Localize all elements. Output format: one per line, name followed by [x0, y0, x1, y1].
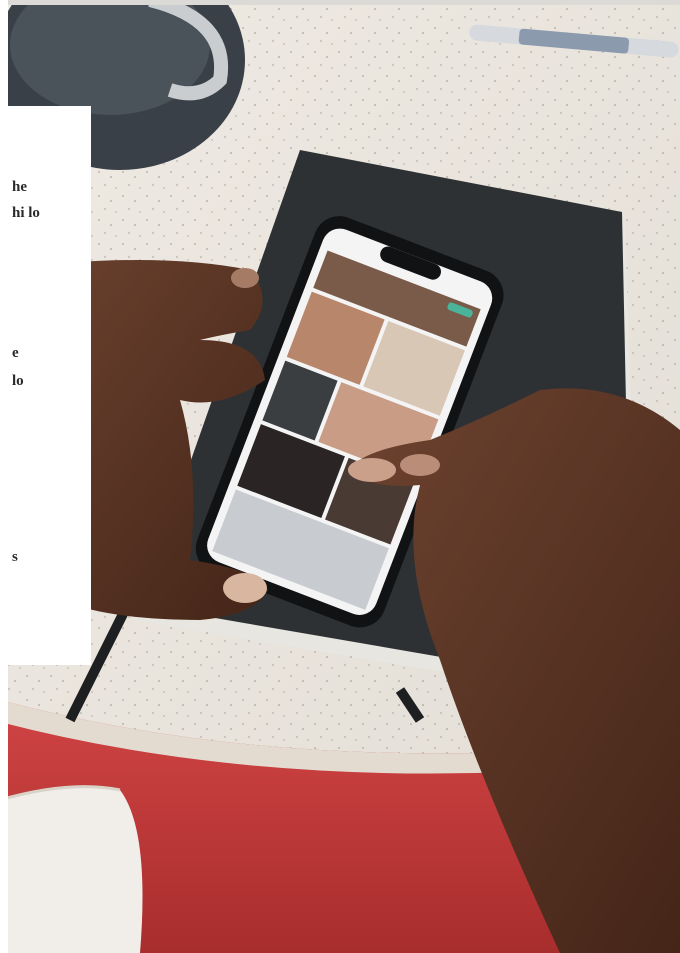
- card-text-line: he: [12, 179, 27, 195]
- background-photo: [0, 0, 680, 953]
- card-text-line: e: [12, 345, 19, 361]
- top-border: [0, 0, 680, 5]
- card-text-line: s: [12, 549, 18, 565]
- photo-illustration: [0, 0, 680, 953]
- card-text-line: lo: [12, 373, 24, 389]
- left-border: [0, 0, 8, 953]
- card-text-line: hi lo: [12, 205, 40, 221]
- text-overlay-card: he hi lo e lo s: [8, 106, 91, 665]
